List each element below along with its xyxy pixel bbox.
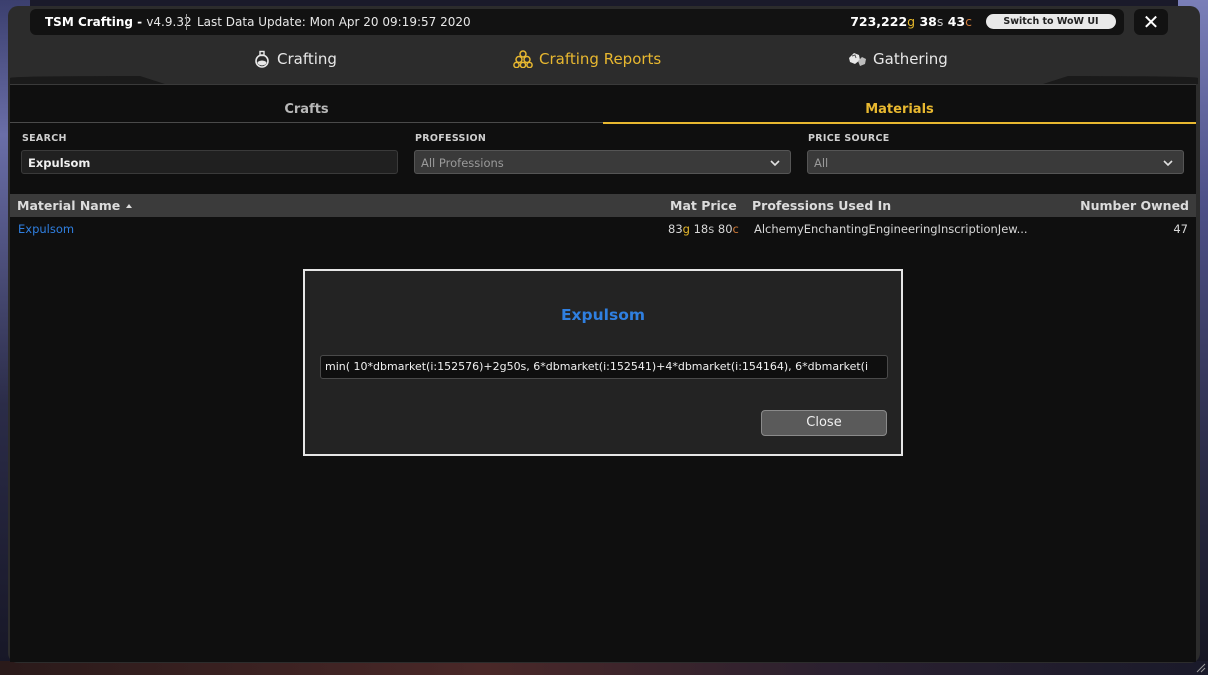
- material-name[interactable]: Expulsom: [18, 222, 74, 236]
- last-data-update: Last Data Update: Mon Apr 20 09:19:57 20…: [197, 15, 471, 29]
- coins-stack-icon: [513, 50, 533, 68]
- switch-to-wow-ui-button[interactable]: Switch to WoW UI: [986, 14, 1116, 29]
- search-input[interactable]: Expulsom: [21, 150, 398, 174]
- sub-tab-bar: Crafts Materials: [10, 98, 1196, 124]
- tsm-crafting-window: TSM Crafting - v4.9.32 Last Data Update:…: [0, 0, 1208, 675]
- price-gold: 83: [668, 222, 683, 236]
- price-string-input[interactable]: min( 10*dbmarket(i:152576)+2g50s, 6*dbma…: [320, 355, 888, 379]
- silver-unit: s: [708, 222, 715, 236]
- subtab-crafts[interactable]: Crafts: [10, 98, 603, 123]
- resize-grip-icon[interactable]: [1196, 663, 1206, 673]
- silver-amount: 38: [919, 14, 937, 29]
- col-material-name-label: Material Name: [17, 198, 121, 213]
- app-version: v4.9.32: [146, 15, 192, 29]
- flask-icon: [255, 50, 269, 68]
- price-source-selected: All: [814, 156, 829, 170]
- copper-unit: c: [965, 14, 972, 29]
- dialog-close-button[interactable]: Close: [761, 410, 887, 436]
- silver-unit: s: [936, 14, 944, 29]
- subtab-materials[interactable]: Materials: [603, 98, 1196, 124]
- profession-dropdown[interactable]: All Professions: [414, 150, 791, 174]
- professions-used-in: AlchemyEnchantingEngineeringInscriptionJ…: [754, 222, 1028, 236]
- chevron-down-icon: [770, 160, 780, 167]
- app-name: TSM Crafting -: [45, 15, 147, 29]
- title-bar[interactable]: TSM Crafting - v4.9.32 Last Data Update:…: [30, 9, 1124, 35]
- number-owned: 47: [1173, 222, 1188, 236]
- title-separator: [186, 14, 187, 30]
- dialog-title: Expulsom: [560, 306, 646, 324]
- col-material-name[interactable]: Material Name: [17, 198, 133, 213]
- price-string-dialog: Expulsom min( 10*dbmarket(i:152576)+2g50…: [303, 269, 903, 456]
- gold-amount: 723,222: [850, 14, 908, 29]
- price-source-dropdown[interactable]: All: [807, 150, 1184, 174]
- col-professions-used-in[interactable]: Professions Used In: [752, 198, 891, 213]
- tab-crafting[interactable]: Crafting: [253, 44, 337, 74]
- col-number-owned[interactable]: Number Owned: [1080, 198, 1189, 213]
- tab-crafting-label: Crafting: [277, 50, 337, 68]
- tab-gathering-label: Gathering: [873, 50, 948, 68]
- copper-amount: 43: [947, 14, 966, 29]
- tab-crafting-reports[interactable]: Crafting Reports: [513, 44, 661, 74]
- materials-table-header: Material Name Mat Price Professions Used…: [10, 194, 1196, 217]
- price-copper: 80: [717, 222, 733, 236]
- price-source-label: PRICE SOURCE: [808, 133, 890, 144]
- profession-label: PROFESSION: [415, 133, 487, 144]
- app-title: TSM Crafting - v4.9.32: [45, 15, 192, 29]
- close-icon: ✕: [1142, 10, 1160, 34]
- chevron-down-icon: [1163, 160, 1173, 167]
- tab-crafting-reports-label: Crafting Reports: [539, 50, 662, 68]
- mat-price: 83g 18s 80c: [668, 222, 739, 236]
- gold-unit: g: [907, 14, 916, 29]
- price-silver: 18: [693, 222, 709, 236]
- sort-ascending-icon: [126, 204, 133, 208]
- copper-unit: c: [732, 222, 739, 236]
- close-window-button[interactable]: ✕: [1134, 9, 1168, 35]
- gold-unit: g: [682, 222, 690, 236]
- profession-selected: All Professions: [421, 156, 504, 170]
- main-tab-bar: Crafting Crafting Reports Gathering: [0, 44, 1208, 84]
- table-row[interactable]: Expulsom 83g 18s 80c AlchemyEnchantingEn…: [10, 219, 1196, 239]
- search-label: SEARCH: [22, 133, 67, 144]
- ore-icon: [849, 53, 866, 66]
- player-gold: 723,222g 38s 43c: [850, 14, 972, 29]
- tab-gathering[interactable]: Gathering: [847, 44, 948, 74]
- col-mat-price[interactable]: Mat Price: [670, 198, 737, 213]
